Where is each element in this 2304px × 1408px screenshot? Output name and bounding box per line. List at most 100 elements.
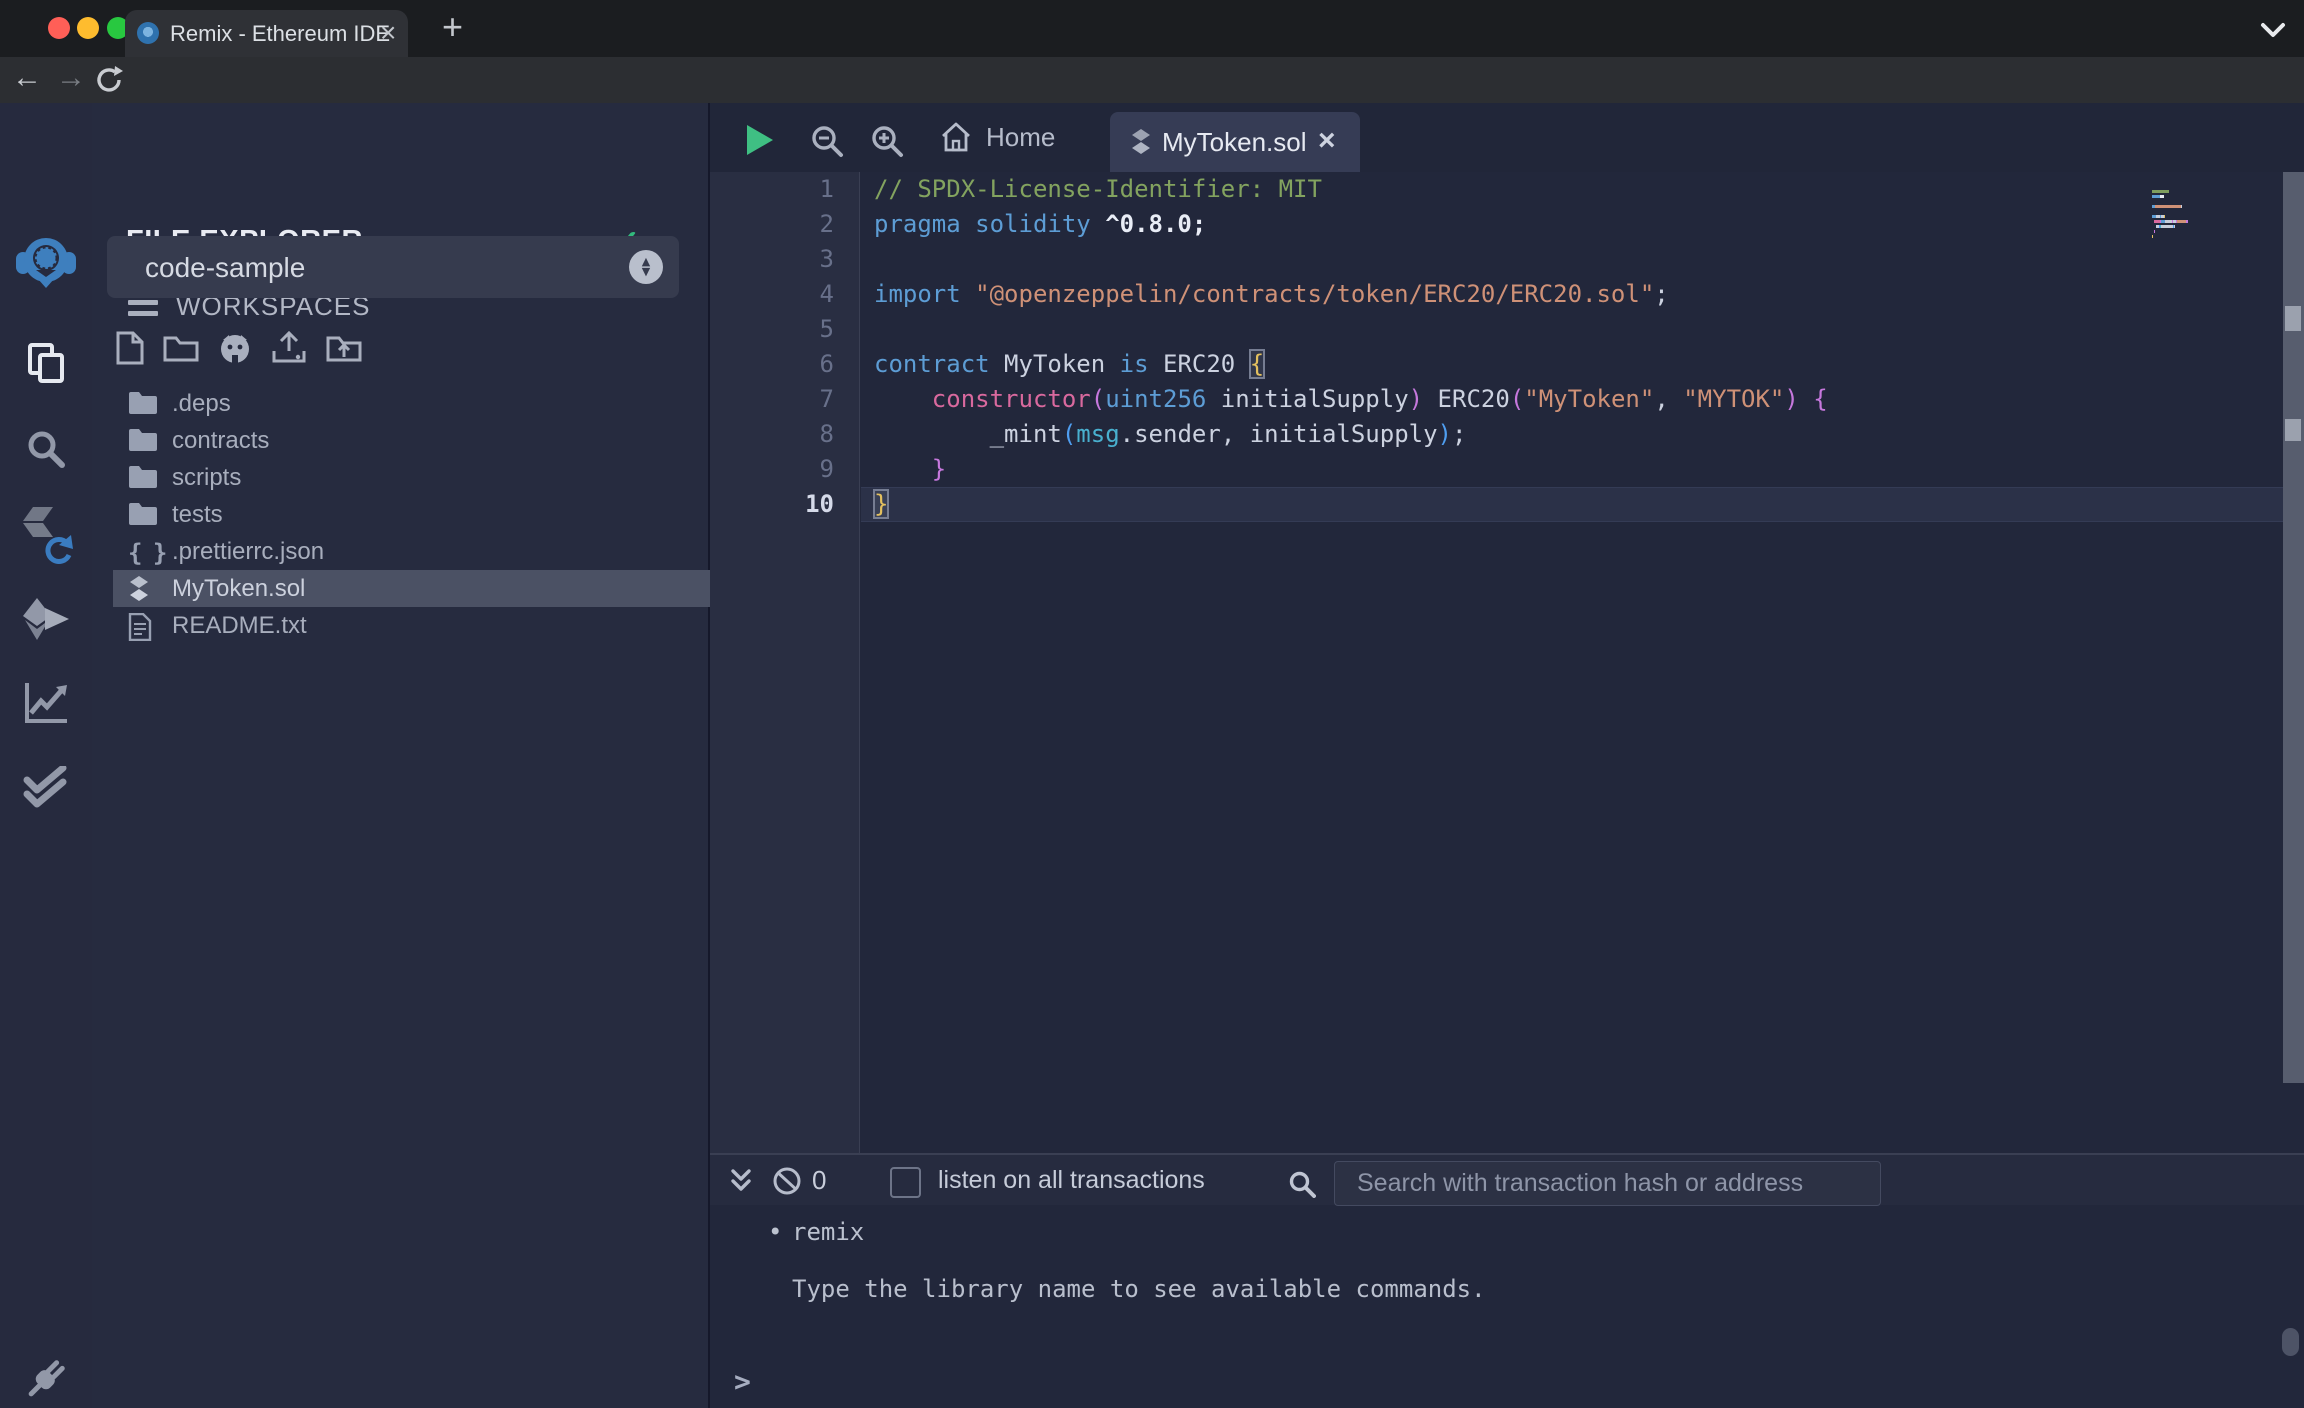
tab-search-chevron-icon[interactable] — [2260, 22, 2286, 38]
sidebar-item-analysis[interactable] — [0, 671, 92, 735]
terminal-collapse-chevrons-icon[interactable] — [730, 1168, 752, 1194]
folder-icon — [128, 428, 158, 452]
file-label: scripts — [172, 464, 241, 492]
analysis-chart-icon — [23, 681, 69, 725]
create-folder-icon[interactable] — [163, 333, 199, 363]
solidity-compiler-icon — [19, 505, 73, 565]
file-label: contracts — [172, 427, 269, 455]
browser-tab[interactable]: Remix - Ethereum IDE × — [125, 10, 408, 57]
sidebar-item-plugin-manager[interactable] — [0, 1347, 92, 1408]
file-label: MyToken.sol — [172, 575, 305, 603]
code-line-9[interactable]: } — [874, 452, 1828, 487]
back-button[interactable]: ← — [12, 63, 42, 93]
remix-logo[interactable] — [0, 230, 92, 294]
terminal-prompt[interactable]: > — [734, 1365, 751, 1398]
file-label: .prettierrc.json — [172, 538, 324, 566]
sidebar-item-search[interactable] — [0, 417, 92, 481]
code-line-2[interactable]: pragma solidity ^0.8.0; — [874, 207, 1828, 242]
minimap[interactable] — [2152, 190, 2236, 240]
json-braces-icon: { } — [128, 539, 165, 567]
file-explorer-panel: FILE EXPLORER ✓ › WORKSPACES code-sample… — [92, 103, 710, 1408]
code-line-10[interactable]: } — [874, 487, 1828, 522]
deploy-run-icon — [21, 596, 71, 642]
tree-item-tests[interactable]: tests — [92, 496, 710, 533]
code-line-5[interactable] — [874, 312, 1828, 347]
tab-mytoken-close-icon[interactable]: × — [1318, 124, 1336, 158]
log-info: Type the library name to see available c… — [792, 1275, 1486, 1303]
folder-icon — [128, 465, 158, 489]
terminal-scrollbar-thumb[interactable] — [2282, 1328, 2299, 1356]
listen-transactions-label: listen on all transactions — [938, 1166, 1205, 1195]
window-close-button[interactable] — [48, 17, 70, 39]
tab-home[interactable]: Home — [940, 121, 1055, 153]
clone-github-icon[interactable] — [218, 331, 252, 365]
editor-body: 12345678910 // SPDX-License-Identifier: … — [710, 172, 2304, 1153]
scrollbar-mark — [2285, 306, 2301, 331]
tree-item-prettierrc[interactable]: { } .prettierrc.json — [92, 533, 710, 570]
terminal-search-input[interactable] — [1334, 1161, 1881, 1206]
file-explorer-icon — [24, 341, 68, 385]
browser-tab-title: Remix - Ethereum IDE — [170, 21, 390, 47]
code-lines[interactable]: // SPDX-License-Identifier: MITpragma so… — [874, 172, 1828, 522]
file-label: .deps — [172, 390, 231, 418]
screen: Remix - Ethereum IDE × + ← → remix.ether… — [0, 0, 2304, 1408]
workspace-select[interactable]: code-sample ▲▼ — [107, 236, 679, 298]
code-line-4[interactable]: import "@openzeppelin/contracts/token/ER… — [874, 277, 1828, 312]
code-line-1[interactable]: // SPDX-License-Identifier: MIT — [874, 172, 1828, 207]
zoom-in-button[interactable] — [870, 124, 904, 158]
terminal-header: 0 listen on all transactions — [710, 1153, 2304, 1205]
workspace-selector-icon[interactable]: ▲▼ — [629, 250, 663, 284]
sidebar-item-solidity-compiler[interactable] — [0, 503, 92, 567]
new-tab-button[interactable]: + — [442, 9, 463, 45]
log-bullet: • — [768, 1218, 782, 1246]
terminal-search-icon — [1288, 1170, 1316, 1198]
browser-toolbar: ← → remix.ethereum.org /#lang=en&optimiz… — [0, 57, 2304, 103]
code-line-8[interactable]: _mint(msg.sender, initialSupply); — [874, 417, 1828, 452]
tab-close-icon[interactable]: × — [380, 19, 396, 47]
run-script-button[interactable] — [745, 123, 775, 157]
text-file-icon — [128, 613, 152, 641]
zoom-out-button[interactable] — [810, 124, 844, 158]
tree-item-readme[interactable]: README.txt — [92, 607, 710, 644]
code-line-7[interactable]: constructor(uint256 initialSupply) ERC20… — [874, 382, 1828, 417]
reload-button[interactable] — [94, 65, 124, 95]
remix-favicon — [137, 22, 159, 44]
transaction-count-badge: 0 — [812, 1165, 826, 1196]
tab-mytoken[interactable]: MyToken.sol × — [1110, 112, 1360, 172]
tab-mytoken-label: MyToken.sol — [1162, 127, 1307, 158]
upload-file-icon[interactable] — [271, 331, 307, 365]
clear-console-icon[interactable] — [772, 1166, 802, 1196]
code-line-3[interactable] — [874, 242, 1828, 277]
tab-home-label: Home — [986, 122, 1055, 153]
explorer-toolbar — [116, 331, 362, 365]
sidebar-item-unit-testing[interactable] — [0, 755, 92, 819]
window-minimize-button[interactable] — [77, 17, 99, 39]
search-icon — [25, 428, 67, 470]
tree-item-deps[interactable]: .deps — [92, 385, 710, 422]
scrollbar-mark — [2285, 419, 2301, 441]
upload-folder-icon[interactable] — [326, 333, 362, 363]
double-check-icon — [23, 766, 69, 808]
log-source: remix — [792, 1218, 864, 1246]
editor-scrollbar[interactable] — [2283, 172, 2304, 1083]
folder-icon — [128, 391, 158, 415]
sidebar-item-deploy-run[interactable] — [0, 587, 92, 651]
workspace-selected: code-sample — [145, 252, 305, 284]
activity-bar: ⚙ — [0, 103, 93, 1408]
folder-icon — [128, 502, 158, 526]
sidebar-item-file-explorer[interactable] — [0, 331, 92, 395]
tree-item-mytoken-selected[interactable]: MyToken.sol — [113, 570, 710, 607]
solidity-tab-icon — [1130, 129, 1152, 155]
solidity-file-icon — [128, 576, 150, 602]
tree-item-scripts[interactable]: scripts — [92, 459, 710, 496]
file-label: README.txt — [172, 612, 307, 640]
tree-item-contracts[interactable]: contracts — [92, 422, 710, 459]
home-icon — [940, 121, 972, 153]
terminal-panel: 0 listen on all transactions • remix Typ… — [710, 1153, 2304, 1408]
editor-tab-bar: Home MyToken.sol × — [710, 103, 2304, 172]
listen-transactions-checkbox[interactable] — [890, 1167, 921, 1198]
create-file-icon[interactable] — [116, 331, 144, 365]
browser-tab-strip: Remix - Ethereum IDE × + — [0, 0, 2304, 57]
code-line-6[interactable]: contract MyToken is ERC20 { — [874, 347, 1828, 382]
forward-button[interactable]: → — [56, 63, 86, 93]
